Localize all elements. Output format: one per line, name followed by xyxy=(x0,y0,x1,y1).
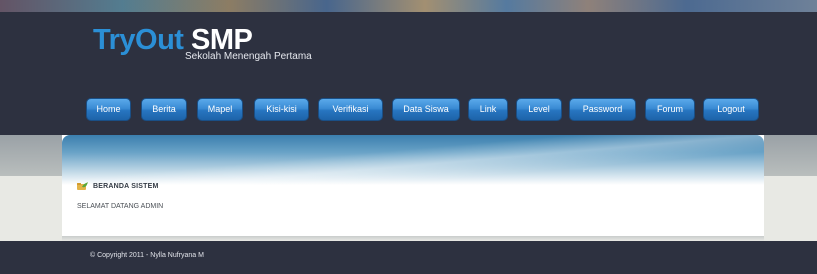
welcome-message: SELAMAT DATANG ADMIN xyxy=(77,203,164,210)
nav-data-siswa-button[interactable]: Data Siswa xyxy=(392,98,460,121)
content-panel-banner xyxy=(62,135,764,185)
section-heading: BERANDA SISTEM xyxy=(77,181,159,191)
folder-leaf-icon xyxy=(77,181,88,190)
site-header: TryOut SMP Sekolah Menengah Pertama Home… xyxy=(0,0,817,135)
nav-logout-button[interactable]: Logout xyxy=(703,98,759,121)
copyright-text: © Copyright 2011 - Nylla Nufryana M xyxy=(90,252,204,259)
nav-kisi-kisi-button[interactable]: Kisi-kisi xyxy=(254,98,309,121)
content-panel xyxy=(62,135,764,236)
nav-mapel-button[interactable]: Mapel xyxy=(197,98,243,121)
logo-subtitle: Sekolah Menengah Pertama xyxy=(185,51,312,62)
logo-title-part1: TryOut xyxy=(93,24,184,56)
main-nav: Home Berita Mapel Kisi-kisi Verifikasi D… xyxy=(0,98,817,121)
nav-forum-button[interactable]: Forum xyxy=(645,98,695,121)
top-banner-image xyxy=(0,0,817,12)
section-title: BERANDA SISTEM xyxy=(93,182,159,190)
nav-verifikasi-button[interactable]: Verifikasi xyxy=(318,98,383,121)
nav-home-button[interactable]: Home xyxy=(86,98,131,121)
nav-berita-button[interactable]: Berita xyxy=(141,98,187,121)
nav-link-button[interactable]: Link xyxy=(468,98,508,121)
nav-level-button[interactable]: Level xyxy=(516,98,562,121)
nav-password-button[interactable]: Password xyxy=(569,98,636,121)
